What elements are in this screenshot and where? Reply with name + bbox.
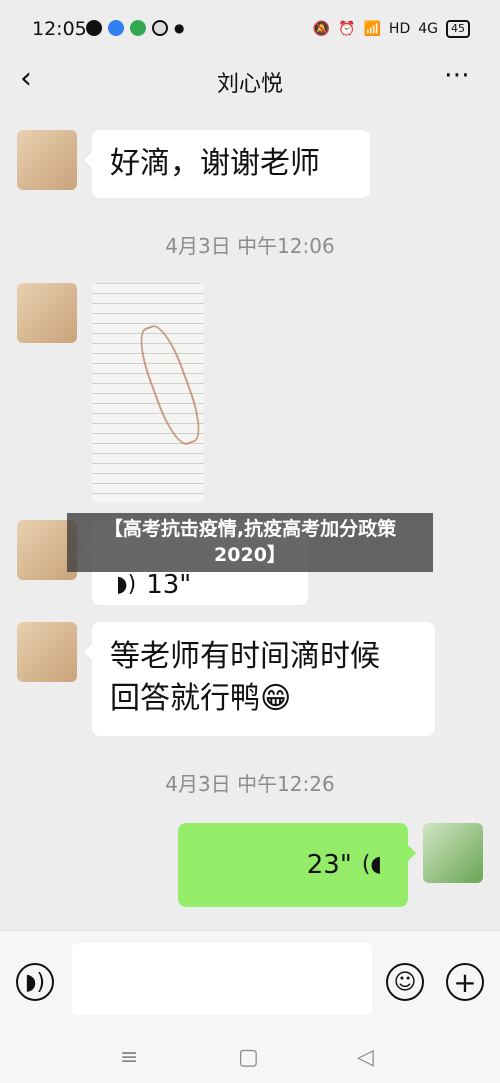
app-notification-icon — [130, 20, 146, 36]
mute-icon: 🔕 — [312, 21, 331, 37]
watermark-banner: 【高考抗击疫情,抗疫高考加分政策2020】 — [67, 513, 433, 572]
message-bubble[interactable]: 等老师有时间滴时候 回答就行鸭😁 — [84, 622, 435, 736]
plus-icon[interactable]: + — [446, 963, 484, 1001]
message-text: 等老师有时间滴时候 — [110, 639, 380, 674]
emoji-icon[interactable]: ☺ — [386, 963, 424, 1001]
message-bubble[interactable]: 好滴，谢谢老师 — [84, 130, 370, 198]
message-input[interactable] — [72, 943, 372, 1015]
signal-label: 4G — [418, 21, 438, 37]
contact-avatar[interactable] — [17, 283, 77, 343]
timestamp: 4月3日 中午12:26 — [165, 772, 335, 796]
status-time: 12:05 — [32, 18, 87, 40]
voice-duration: 23" — [306, 850, 352, 880]
network-label: HD — [388, 21, 411, 37]
app-notification-icon — [86, 20, 102, 36]
chat-title: 刘心悦 — [216, 72, 283, 97]
contact-avatar[interactable] — [17, 622, 77, 682]
system-nav-bar: ≡ ▢ ◁ — [0, 1033, 500, 1083]
app-notification-icon — [152, 20, 168, 36]
status-bar: 12:05 ● 🔕 ⏰ 📶 HD 4G 45 — [0, 0, 500, 62]
contact-avatar[interactable] — [17, 130, 77, 190]
back-nav-icon[interactable]: ◁ — [357, 1045, 374, 1070]
voice-mode-icon[interactable]: ◗) — [16, 963, 54, 1001]
my-avatar[interactable] — [423, 823, 483, 883]
alarm-icon: ⏰ — [338, 21, 356, 37]
more-notifications-icon: ● — [174, 21, 185, 35]
message-text: 好滴，谢谢老师 — [110, 146, 320, 181]
message-text: 回答就行鸭 — [110, 681, 260, 716]
home-nav-icon[interactable]: ▢ — [238, 1045, 259, 1070]
app-notification-icon — [108, 20, 124, 36]
notification-icons: ● — [86, 20, 184, 36]
voice-wave-icon: (◖ — [361, 852, 382, 877]
chat-header: ‹ 刘心悦 ⋯ — [0, 60, 500, 100]
image-message[interactable] — [92, 283, 204, 503]
menu-nav-icon[interactable]: ≡ — [120, 1045, 138, 1070]
timestamp: 4月3日 中午12:06 — [165, 234, 335, 258]
voice-message-sent[interactable]: 23" (◖ — [178, 823, 416, 907]
status-right: 🔕 ⏰ 📶 HD 4G 45 — [313, 20, 470, 38]
battery-icon: 45 — [446, 20, 470, 38]
wifi-icon: 📶 — [363, 21, 381, 37]
more-options-button[interactable]: ⋯ — [444, 60, 472, 90]
input-bar: ◗) ☺ + — [0, 930, 500, 1033]
grin-emoji-icon: 😁 — [260, 681, 292, 716]
